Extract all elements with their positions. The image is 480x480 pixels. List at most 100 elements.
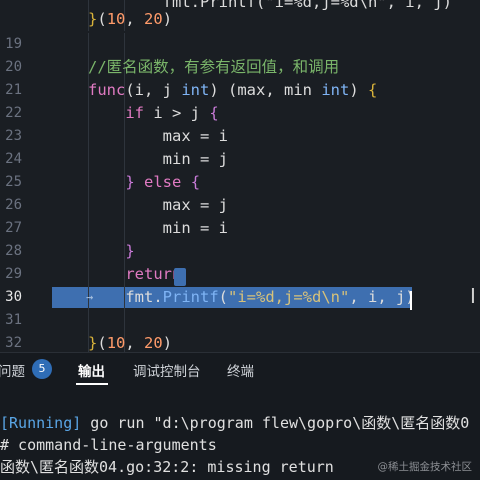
code-line[interactable]: 22 if i > j { [0, 102, 480, 125]
code-text: func(i, j int) (max, min int) { [88, 79, 377, 102]
code-token: //匿名函数，有参有返回值，和调用 [88, 58, 340, 76]
code-token: ( [97, 10, 107, 28]
code-line[interactable]: 29 return [0, 263, 480, 286]
tab-output[interactable]: 输出 [78, 360, 105, 380]
code-token: int [321, 81, 350, 99]
code-line[interactable]: 28 } [0, 240, 480, 263]
run-command: go run "d:\program flew\gopro\函数\匿名函数0 [81, 414, 470, 432]
indent-guide [124, 33, 125, 56]
panel-tab-bar: 问题 5 输出 调试控制台 终端 [0, 352, 480, 387]
code-line[interactable]: 23 max = i [0, 125, 480, 148]
output-line-running: [Running] go run "d:\program flew\gopro\… [0, 413, 469, 433]
code-token: ( [218, 288, 228, 306]
code-token: Printf [162, 288, 219, 306]
code-token: ( [97, 334, 107, 352]
code-token: 20 [144, 334, 163, 352]
code-line[interactable]: 21 func(i, j int) (max, min int) { [0, 79, 480, 102]
code-token: max = j [88, 196, 228, 214]
line-number: 20 [5, 59, 22, 75]
line-number: 28 [5, 243, 22, 259]
code-token: , [125, 10, 145, 28]
line-number: 31 [5, 312, 22, 328]
code-line[interactable]: 19 [0, 33, 480, 56]
code-token: int [181, 81, 210, 99]
code-token: { [190, 173, 201, 191]
code-line[interactable]: 24 min = j [0, 148, 480, 171]
indent-guide [124, 309, 125, 332]
tab-problems[interactable]: 问题 [0, 360, 25, 380]
line-number: 19 [5, 36, 22, 52]
line-number: 25 [5, 174, 22, 190]
code-text: } [88, 240, 135, 263]
code-line[interactable]: 26 max = j [0, 194, 480, 217]
code-token: else [144, 173, 182, 191]
code-token: return [125, 265, 182, 283]
code-token: ) [162, 10, 173, 28]
line-number: 21 [5, 82, 22, 98]
line-number: 22 [5, 105, 22, 121]
line-number: 24 [5, 151, 22, 167]
output-line-args: # command-line-arguments [0, 436, 217, 454]
line-number: 32 [5, 335, 22, 351]
line-number: 29 [5, 266, 22, 282]
code-token: , [125, 334, 145, 352]
code-text: return [88, 263, 181, 286]
code-line[interactable]: 31 [0, 309, 480, 332]
code-token: ) [349, 81, 368, 99]
code-token: fmt. [88, 288, 163, 306]
line-number: 30 [5, 289, 22, 305]
ibeam-cursor-icon: I [470, 284, 476, 308]
code-editor[interactable]: fmt.Printf("i=%d,j=%d\n", i, j)}(10, 20)… [0, 0, 480, 352]
code-token: i > j [144, 104, 210, 122]
code-text: min = j [88, 148, 228, 171]
code-token: min = i [88, 219, 228, 237]
code-token: max = i [88, 127, 228, 145]
code-token: } [88, 334, 98, 352]
output-line-error: 函数\匿名函数04.go:32:2: missing return [0, 458, 334, 476]
code-text: if i > j { [88, 102, 219, 125]
code-text: min = i [88, 217, 228, 240]
watermark: @稀土掘金技术社区 [377, 461, 473, 473]
code-line[interactable]: 30 → fmt.Printf("i=%d,j=%d\n", i, j) [0, 286, 480, 309]
code-token: 20 [144, 10, 163, 28]
code-token: ) [162, 334, 173, 352]
code-line[interactable]: 20 //匿名函数，有参有返回值，和调用 [0, 56, 480, 79]
code-token: min = j [88, 150, 228, 168]
code-token: { [209, 104, 219, 122]
code-token: 10 [106, 334, 126, 352]
code-line[interactable]: 27 min = i [0, 217, 480, 240]
code-text: }(10, 20) [88, 8, 172, 31]
code-token: } [125, 242, 135, 260]
line-number: 23 [5, 128, 22, 144]
code-token: func [88, 81, 126, 99]
code-text: max = j [88, 194, 228, 217]
selection-highlight [174, 268, 186, 286]
code-token: if [125, 104, 144, 122]
code-text: //匿名函数，有参有返回值，和调用 [88, 56, 339, 79]
code-token: ) (max, min [209, 81, 322, 99]
line-number: 27 [5, 220, 22, 236]
code-token: (i, j [125, 81, 182, 99]
code-token: { [367, 81, 378, 99]
line-number: 26 [5, 197, 22, 213]
code-token: } [88, 10, 98, 28]
code-text: fmt.Printf("i=%d,j=%d\n", i, j) [88, 286, 414, 309]
code-token: } [125, 173, 135, 191]
running-tag: [Running] [0, 414, 82, 432]
tab-terminal[interactable]: 终端 [227, 360, 254, 380]
text-cursor [410, 291, 412, 310]
code-line[interactable]: }(10, 20) [0, 8, 480, 31]
code-token: 10 [106, 10, 126, 28]
code-text: max = i [88, 125, 228, 148]
code-line[interactable]: 32}(10, 20) [0, 332, 480, 352]
tab-debug-console[interactable]: 调试控制台 [133, 360, 201, 380]
code-token: "i=%d,j=%d\n" [228, 288, 350, 306]
code-line[interactable]: 25 } else { [0, 171, 480, 194]
active-tab-indicator [76, 383, 108, 385]
